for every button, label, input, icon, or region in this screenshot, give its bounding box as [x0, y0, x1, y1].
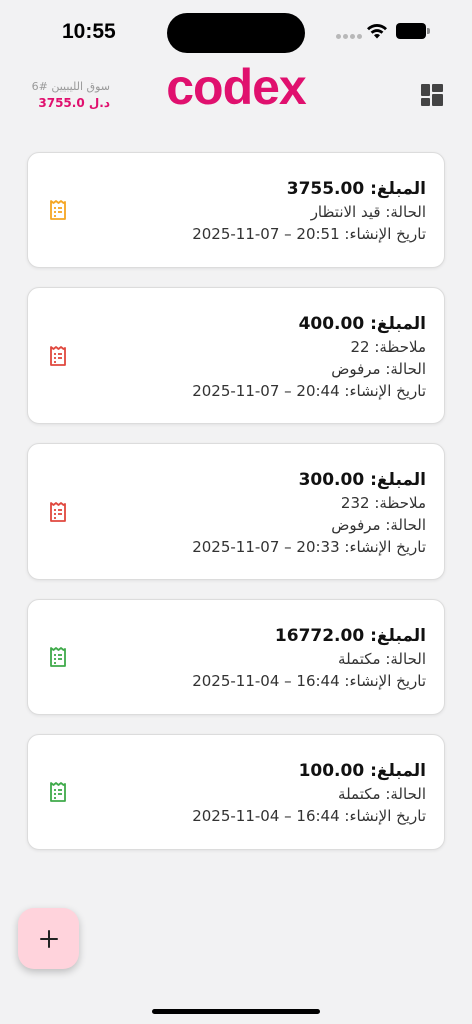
wifi-icon [367, 23, 387, 39]
status-text: الحالة: مكتملة [338, 650, 426, 668]
amount-label: المبلغ: [370, 179, 426, 199]
receipt-icon [50, 345, 66, 366]
amount-value: 3755.00 [286, 179, 365, 199]
created-label: تاريخ الإنشاء: [344, 382, 426, 400]
created-label: تاريخ الإنشاء: [344, 807, 426, 825]
amount-line: المبلغ: 400.00 [78, 314, 426, 334]
created-label: تاريخ الإنشاء: [344, 225, 426, 243]
created-value: 2025-11-04 – 16:44 [192, 807, 340, 825]
amount-label: المبلغ: [370, 626, 426, 646]
dashboard-grid-icon[interactable] [421, 84, 443, 106]
transaction-list: المبلغ: 3755.00 الحالة: قيد الانتظار تاريخ… [27, 152, 445, 869]
dynamic-island [167, 13, 305, 53]
created-date: تاريخ الإنشاء: 2025-11-04 – 16:44 [78, 805, 426, 827]
created-date: تاريخ الإنشاء: 2025-11-04 – 16:44 [78, 670, 426, 692]
created-label: تاريخ الإنشاء: [344, 672, 426, 690]
amount-line: المبلغ: 300.00 [78, 470, 426, 490]
amount-line: المبلغ: 100.00 [78, 761, 426, 781]
screen: 10:55 سوق الليبيين #6 3755.0 د.ل codex ا… [0, 0, 472, 1024]
market-balance: 3755.0 د.ل [38, 96, 110, 110]
status-text: الحالة: مرفوض [331, 360, 426, 378]
created-value: 2025-11-07 – 20:44 [192, 382, 340, 400]
battery-icon [396, 23, 430, 39]
created-value: 2025-11-04 – 16:44 [192, 672, 340, 690]
receipt-icon [50, 200, 66, 220]
note-text: ملاحظة: 232 [340, 494, 426, 512]
transaction-card[interactable]: المبلغ: 16772.00 الحالة: مكتملة تاريخ الإن… [27, 599, 445, 715]
codex-logo: codex [166, 59, 307, 115]
add-transaction-button[interactable] [18, 908, 79, 969]
amount-value: 16772.00 [274, 626, 365, 646]
status-text: الحالة: مرفوض [331, 516, 426, 534]
amount-label: المبلغ: [370, 314, 426, 334]
status-time: 10:55 [62, 20, 116, 43]
receipt-icon [50, 647, 66, 667]
created-value: 2025-11-07 – 20:51 [192, 225, 340, 243]
receipt-icon [50, 501, 66, 522]
receipt-icon [50, 782, 66, 802]
amount-label: المبلغ: [370, 761, 426, 781]
created-label: تاريخ الإنشاء: [344, 538, 426, 556]
created-date: تاريخ الإنشاء: 2025-11-07 – 20:51 [78, 223, 426, 245]
amount-value: 400.00 [298, 314, 365, 334]
plus-icon [39, 929, 58, 948]
amount-line: المبلغ: 16772.00 [78, 626, 426, 646]
transaction-card[interactable]: المبلغ: 100.00 الحالة: مكتملة تاريخ الإنشا… [27, 734, 445, 850]
market-name: سوق الليبيين #6 [31, 80, 110, 93]
transaction-card[interactable]: المبلغ: 400.00 ملاحظة: 22 الحالة: مرفوض تار… [27, 287, 445, 424]
created-value: 2025-11-07 – 20:33 [192, 538, 340, 556]
created-date: تاريخ الإنشاء: 2025-11-07 – 20:44 [78, 380, 426, 402]
amount-value: 300.00 [298, 470, 365, 490]
status-text: الحالة: مكتملة [338, 785, 426, 803]
amount-line: المبلغ: 3755.00 [78, 179, 426, 199]
amount-value: 100.00 [298, 761, 365, 781]
home-indicator [152, 1009, 320, 1014]
market-info[interactable]: سوق الليبيين #6 3755.0 د.ل [24, 80, 110, 112]
cellular-signal-icon [336, 34, 362, 39]
transaction-card[interactable]: المبلغ: 3755.00 الحالة: قيد الانتظار تاريخ… [27, 152, 445, 268]
note-text: ملاحظة: 22 [350, 338, 426, 356]
amount-label: المبلغ: [370, 470, 426, 490]
status-text: الحالة: قيد الانتظار [310, 203, 426, 221]
transaction-card[interactable]: المبلغ: 300.00 ملاحظة: 232 الحالة: مرفوض تا… [27, 443, 445, 580]
created-date: تاريخ الإنشاء: 2025-11-07 – 20:33 [78, 536, 426, 558]
